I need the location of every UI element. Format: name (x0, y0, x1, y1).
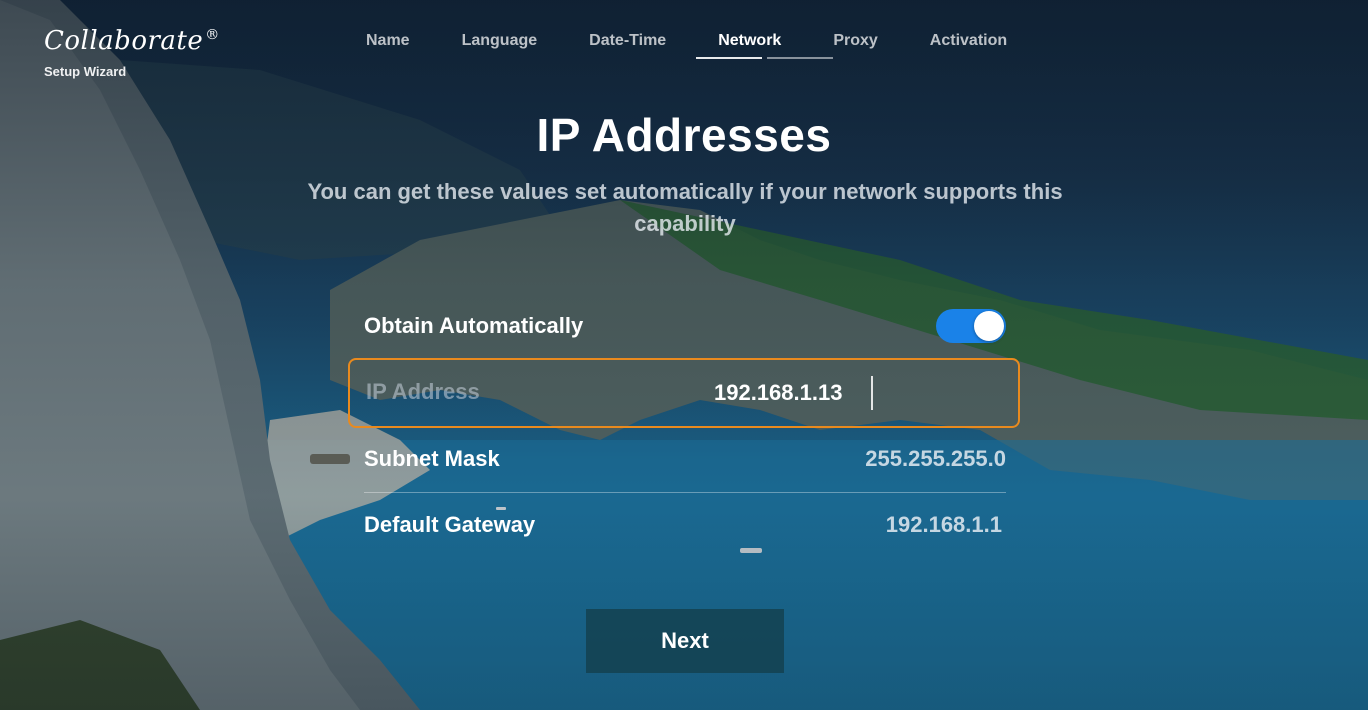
tab-activation[interactable]: Activation (904, 31, 1033, 59)
tab-network[interactable]: Network (692, 31, 834, 59)
ip-address-field[interactable]: IP Address (348, 358, 1020, 428)
obtain-automatically-toggle[interactable] (936, 309, 1006, 343)
ip-address-input[interactable] (710, 374, 918, 412)
next-button[interactable]: Next (586, 609, 784, 673)
background-photo (0, 0, 1368, 710)
text-caret (871, 376, 873, 410)
subnet-mask-label: Subnet Mask (364, 446, 500, 471)
brand: Collaborate ® Setup Wizard (44, 20, 220, 79)
page-subtitle: You can get these values set automatical… (307, 179, 1063, 236)
wizard-steps-nav: Name Language Date-Time Network Proxy Ac… (340, 31, 1033, 61)
subnet-mask-row: Subnet Mask 255.255.255.0 (364, 432, 1006, 486)
page-title: IP Addresses (536, 109, 832, 161)
default-gateway-value: 192.168.1.1 (885, 512, 1002, 537)
setup-wizard-label: Setup Wizard (44, 64, 127, 79)
tab-language[interactable]: Language (436, 31, 564, 59)
obtain-automatically-row: Obtain Automatically (364, 299, 1006, 353)
default-gateway-label: Default Gateway (364, 512, 536, 537)
divider (364, 492, 1006, 493)
toggle-knob (974, 311, 1004, 341)
tab-date-time[interactable]: Date-Time (563, 31, 692, 59)
tab-proxy[interactable]: Proxy (807, 31, 903, 59)
tab-name[interactable]: Name (340, 31, 436, 59)
collaborate-logo: Collaborate ® (44, 26, 220, 56)
ip-address-label: IP Address (366, 379, 480, 404)
default-gateway-row: Default Gateway 192.168.1.1 (364, 498, 1006, 552)
subnet-mask-value: 255.255.255.0 (865, 446, 1006, 471)
obtain-automatically-label: Obtain Automatically (364, 313, 584, 338)
